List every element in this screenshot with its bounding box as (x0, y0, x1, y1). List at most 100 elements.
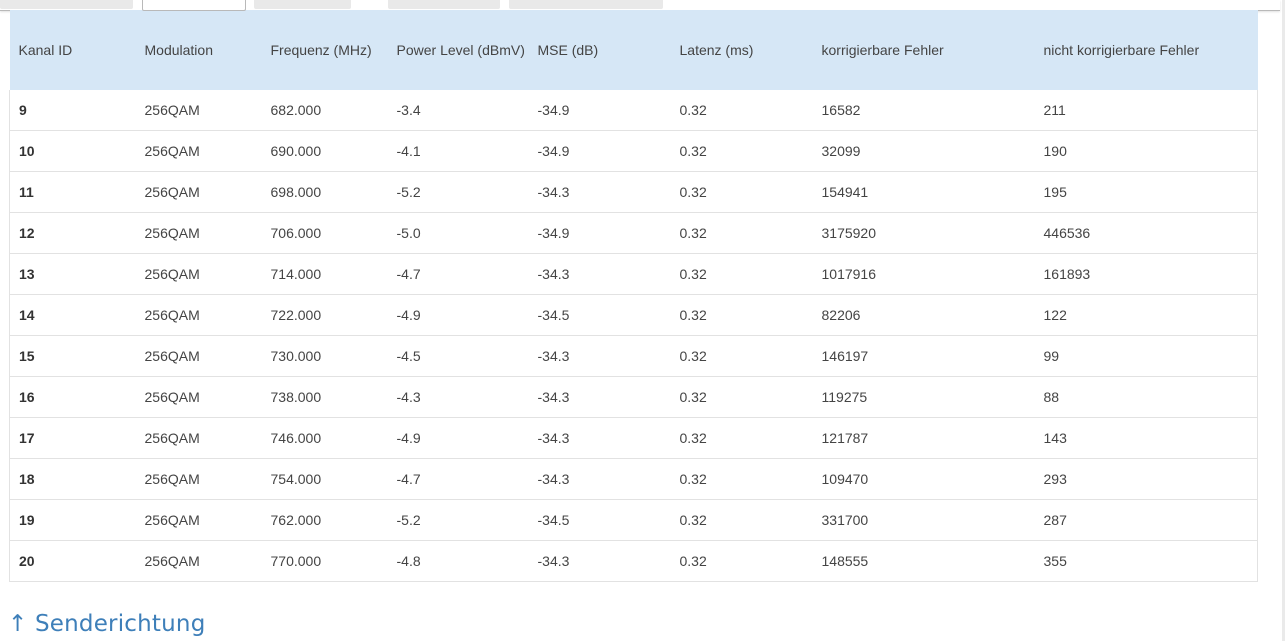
col-kanal-id-header: Kanal ID (9, 10, 136, 90)
col-nicht-korrigierbare-fehler-cell: 190 (1034, 130, 1258, 172)
col-korrigierbare-fehler-cell: 3175920 (812, 212, 1035, 254)
tab-4[interactable] (388, 0, 500, 9)
table-row: 19 256QAM 762.000 -5.2 -34.5 0.32 331700 287 (9, 499, 1258, 541)
col-frequenz-cell: 746.000 (261, 417, 388, 459)
col-nicht-korrigierbare-fehler-cell: 195 (1034, 171, 1258, 213)
tab-5[interactable] (509, 0, 663, 9)
col-power-level-cell: -4.1 (387, 130, 529, 172)
table-row: 14 256QAM 722.000 -4.9 -34.5 0.32 82206 122 (9, 294, 1258, 336)
col-latenz-cell: 0.32 (670, 376, 813, 418)
col-mse-cell: -34.3 (528, 335, 671, 377)
col-power-level-cell: -4.9 (387, 417, 529, 459)
col-mse-cell: -34.3 (528, 171, 671, 213)
table-row: 11 256QAM 698.000 -5.2 -34.3 0.32 154941 195 (9, 171, 1258, 213)
col-kanal-id-cell: 9 (9, 90, 136, 131)
col-mse-cell: -34.5 (528, 294, 671, 336)
col-modulation-cell: 256QAM (135, 499, 262, 541)
col-power-level-cell: -4.5 (387, 335, 529, 377)
col-power-level-cell: -3.4 (387, 90, 529, 131)
col-frequenz-cell: 738.000 (261, 376, 388, 418)
col-modulation-cell: 256QAM (135, 335, 262, 377)
col-mse-cell: -34.3 (528, 458, 671, 500)
col-mse-cell: -34.3 (528, 253, 671, 295)
col-mse-cell: -34.3 (528, 376, 671, 418)
col-frequenz-cell: 762.000 (261, 499, 388, 541)
col-mse-cell: -34.5 (528, 499, 671, 541)
col-kanal-id-cell: 16 (9, 376, 136, 418)
col-latenz-cell: 0.32 (670, 212, 813, 254)
tab-1[interactable] (0, 0, 133, 9)
tab-3[interactable] (254, 0, 351, 9)
table-body: 9 256QAM 682.000 -3.4 -34.9 0.32 16582 211 10 256… (9, 90, 1258, 582)
col-frequenz-cell: 690.000 (261, 130, 388, 172)
col-modulation-cell: 256QAM (135, 171, 262, 213)
col-latenz-cell: 0.32 (670, 294, 813, 336)
col-modulation-cell: 256QAM (135, 212, 262, 254)
col-nicht-korrigierbare-fehler-cell: 355 (1034, 540, 1258, 582)
col-nicht-korrigierbare-fehler-cell: 287 (1034, 499, 1258, 541)
col-mse-cell: -34.9 (528, 90, 671, 131)
col-korrigierbare-fehler-header: korrigierbare Fehler (812, 10, 1035, 90)
col-mse-cell: -34.9 (528, 130, 671, 172)
col-power-level-cell: -4.9 (387, 294, 529, 336)
col-nicht-korrigierbare-fehler-cell: 122 (1034, 294, 1258, 336)
table-row: 13 256QAM 714.000 -4.7 -34.3 0.32 1017916 16189… (9, 253, 1258, 295)
col-korrigierbare-fehler-cell: 146197 (812, 335, 1035, 377)
col-latenz-cell: 0.32 (670, 417, 813, 459)
col-frequenz-cell: 714.000 (261, 253, 388, 295)
col-kanal-id-cell: 19 (9, 499, 136, 541)
table-row: 12 256QAM 706.000 -5.0 -34.9 0.32 3175920 44653… (9, 212, 1258, 254)
col-latenz-cell: 0.32 (670, 499, 813, 541)
table-row: 10 256QAM 690.000 -4.1 -34.9 0.32 32099 190 (9, 130, 1258, 172)
col-kanal-id-cell: 18 (9, 458, 136, 500)
col-korrigierbare-fehler-cell: 32099 (812, 130, 1035, 172)
col-modulation-cell: 256QAM (135, 540, 262, 582)
col-korrigierbare-fehler-cell: 331700 (812, 499, 1035, 541)
table-header-row: Kanal ID Modulation Frequenz (MHz) Power Le… (9, 10, 1258, 90)
col-nicht-korrigierbare-fehler-cell: 88 (1034, 376, 1258, 418)
col-mse-header: MSE (dB) (528, 10, 671, 90)
col-power-level-cell: -5.2 (387, 499, 529, 541)
col-latenz-cell: 0.32 (670, 335, 813, 377)
downstream-channel-table: Kanal ID Modulation Frequenz (MHz) Power Le… (9, 10, 1258, 582)
col-power-level-cell: -4.3 (387, 376, 529, 418)
col-latenz-cell: 0.32 (670, 171, 813, 213)
col-modulation-header: Modulation (135, 10, 262, 90)
col-power-level-cell: -4.7 (387, 458, 529, 500)
col-nicht-korrigierbare-fehler-cell: 446536 (1034, 212, 1258, 254)
col-modulation-cell: 256QAM (135, 417, 262, 459)
col-modulation-cell: 256QAM (135, 253, 262, 295)
col-mse-cell: -34.9 (528, 212, 671, 254)
col-latenz-cell: 0.32 (670, 130, 813, 172)
col-frequenz-cell: 730.000 (261, 335, 388, 377)
col-modulation-cell: 256QAM (135, 90, 262, 131)
col-latenz-header: Latenz (ms) (670, 10, 813, 90)
col-korrigierbare-fehler-cell: 16582 (812, 90, 1035, 131)
col-frequenz-header: Frequenz (MHz) (261, 10, 388, 90)
col-power-level-header: Power Level (dBmV) (387, 10, 529, 90)
col-kanal-id-cell: 12 (9, 212, 136, 254)
col-korrigierbare-fehler-cell: 119275 (812, 376, 1035, 418)
col-frequenz-cell: 754.000 (261, 458, 388, 500)
col-power-level-cell: -4.7 (387, 253, 529, 295)
col-frequenz-cell: 706.000 (261, 212, 388, 254)
col-korrigierbare-fehler-cell: 154941 (812, 171, 1035, 213)
col-frequenz-cell: 722.000 (261, 294, 388, 336)
table-row: 16 256QAM 738.000 -4.3 -34.3 0.32 119275 88 (9, 376, 1258, 418)
col-power-level-cell: -4.8 (387, 540, 529, 582)
col-kanal-id-cell: 17 (9, 417, 136, 459)
col-latenz-cell: 0.32 (670, 540, 813, 582)
col-power-level-cell: -5.0 (387, 212, 529, 254)
col-modulation-cell: 256QAM (135, 294, 262, 336)
col-latenz-cell: 0.32 (670, 90, 813, 131)
col-mse-cell: -34.3 (528, 417, 671, 459)
col-modulation-cell: 256QAM (135, 130, 262, 172)
tab-2-active[interactable] (142, 0, 246, 11)
table-row: 17 256QAM 746.000 -4.9 -34.3 0.32 121787 143 (9, 417, 1258, 459)
downstream-table-container: Kanal ID Modulation Frequenz (MHz) Power Le… (9, 10, 1258, 582)
col-kanal-id-cell: 15 (9, 335, 136, 377)
col-kanal-id-cell: 14 (9, 294, 136, 336)
col-korrigierbare-fehler-cell: 121787 (812, 417, 1035, 459)
col-frequenz-cell: 682.000 (261, 90, 388, 131)
table-row: 20 256QAM 770.000 -4.8 -34.3 0.32 148555 355 (9, 540, 1258, 582)
